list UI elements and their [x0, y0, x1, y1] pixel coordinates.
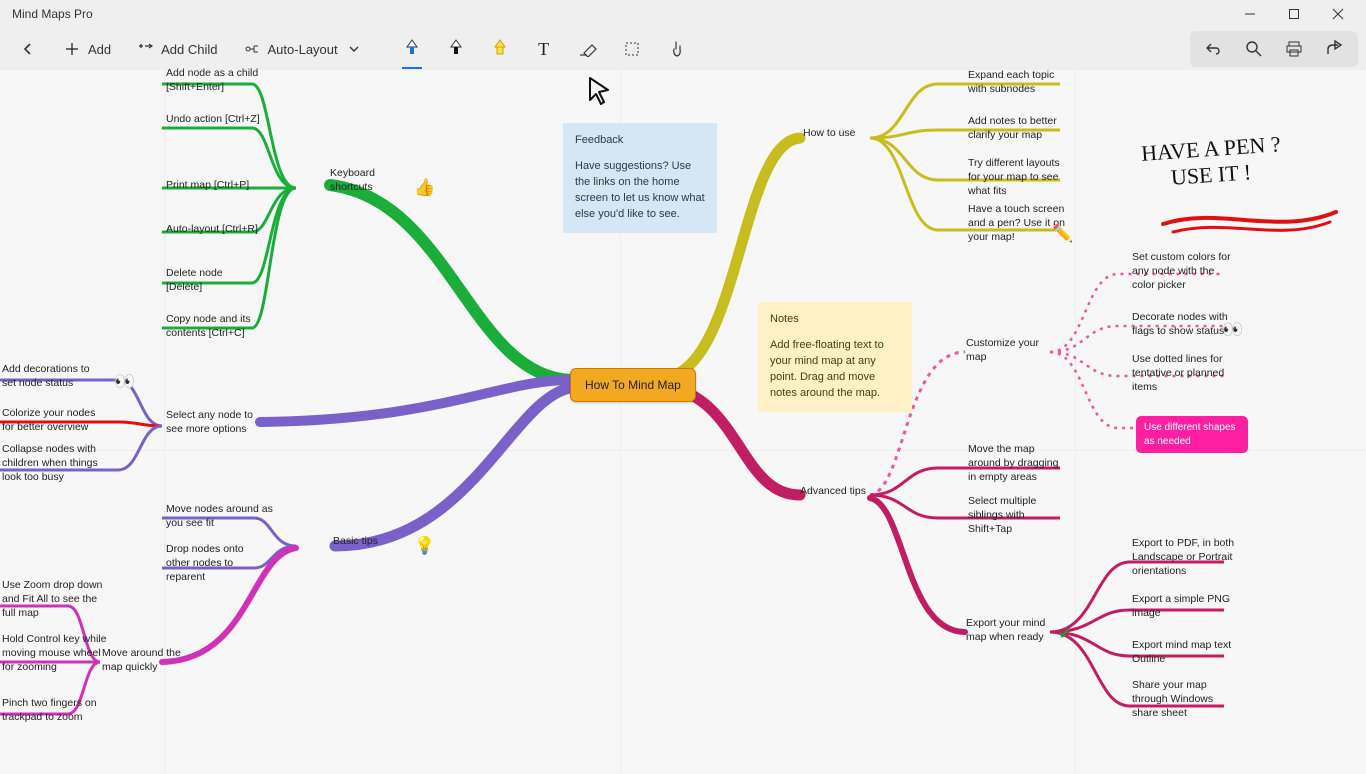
branch-customize[interactable]: Customize your map	[966, 336, 1056, 364]
undo-icon	[1204, 39, 1224, 59]
leaf-kb-0[interactable]: Add node as a child [Shift+Enter]	[166, 66, 261, 94]
chevron-left-icon	[18, 39, 38, 59]
pen-black-tool[interactable]	[442, 35, 470, 63]
leaf-kb-4[interactable]: Delete node [Delete]	[166, 266, 261, 294]
leaf-kb-5[interactable]: Copy node and its contents [Ctrl+C]	[166, 312, 276, 340]
share-icon	[1324, 39, 1344, 59]
leaf-adv-1[interactable]: Select multiple siblings with Shift+Tap	[968, 494, 1068, 537]
leaf-sm-1[interactable]: Colorize your nodes for better overview	[2, 406, 102, 434]
close-button[interactable]	[1316, 0, 1360, 28]
central-node[interactable]: How To Mind Map	[570, 368, 696, 402]
leaf-sm-0[interactable]: Add decorations to set node status	[2, 362, 102, 390]
toolbar-right	[1190, 31, 1358, 67]
print-button[interactable]	[1276, 31, 1312, 67]
leaf-basic-0[interactable]: Move nodes around as you see fit	[166, 502, 276, 530]
sticky-feedback-body: Have suggestions? Use the links on the h…	[575, 159, 705, 223]
sticky-notes-body: Add free-floating text to your mind map …	[770, 338, 900, 402]
toolbar: Add Add Child Auto-Layout T	[0, 28, 1366, 70]
leaf-kb-1[interactable]: Undo action [Ctrl+Z]	[166, 112, 261, 126]
leaf-sm-2[interactable]: Collapse nodes with children when things…	[2, 442, 112, 485]
highlighter-tool[interactable]	[486, 35, 514, 63]
minimize-button[interactable]	[1228, 0, 1272, 28]
leaf-mv-0[interactable]: Use Zoom drop down and Fit All to see th…	[2, 578, 112, 621]
cursor-ink	[584, 76, 612, 110]
pencil-icon: ✏️	[1052, 224, 1073, 244]
branch-export[interactable]: Export your mind map when ready	[966, 616, 1056, 644]
chevron-down-icon	[344, 39, 364, 59]
add-child-icon	[135, 39, 155, 59]
drawing-tools: T	[378, 35, 710, 63]
add-label: Add	[88, 42, 111, 57]
branch-basic[interactable]: Basic tips	[333, 534, 378, 548]
leaf-adv-0[interactable]: Move the map around by dragging in empty…	[968, 442, 1068, 485]
underline-ink	[1158, 202, 1348, 242]
sticky-notes[interactable]: Notes Add free-floating text to your min…	[758, 302, 912, 412]
leaf-kb-3[interactable]: Auto-layout [Ctrl+R]	[166, 222, 276, 236]
auto-layout-icon	[242, 39, 262, 59]
thumbs-up-icon: 👍	[414, 178, 435, 198]
back-button[interactable]	[8, 31, 48, 67]
print-icon	[1284, 39, 1304, 59]
mindmap-canvas[interactable]: How To Mind Map Feedback Have suggestion…	[0, 70, 1366, 774]
leaf-ex-0[interactable]: Export to PDF, in both Landscape or Port…	[1132, 536, 1242, 579]
text-tool[interactable]: T	[530, 35, 558, 63]
maximize-button[interactable]	[1272, 0, 1316, 28]
leaf-ex-3[interactable]: Share your map through Windows share she…	[1132, 678, 1242, 721]
branch-howuse[interactable]: How to use	[803, 126, 856, 140]
check-icon: ✔	[1058, 624, 1072, 644]
touch-tool[interactable]	[662, 35, 690, 63]
selection-tool[interactable]	[618, 35, 646, 63]
leaf-mv-2[interactable]: Pinch two fingers on trackpad to zoom	[2, 696, 112, 724]
leaf-cu-1[interactable]: Decorate nodes with flags to show status	[1132, 310, 1232, 338]
branch-move[interactable]: Move around the map quickly	[102, 646, 182, 674]
leaf-cu-0[interactable]: Set custom colors for any node with the …	[1132, 250, 1232, 293]
share-button[interactable]	[1316, 31, 1352, 67]
leaf-hu-1[interactable]: Add notes to better clarify your map	[968, 114, 1068, 142]
leaf-basic-1[interactable]: Drop nodes onto other nodes to reparent	[166, 542, 266, 585]
title-bar: Mind Maps Pro	[0, 0, 1366, 28]
add-child-button[interactable]: Add Child	[125, 31, 227, 67]
add-child-label: Add Child	[161, 42, 217, 57]
sticky-notes-title: Notes	[770, 312, 900, 328]
leaf-kb-2[interactable]: Print map [Ctrl+P]	[166, 178, 261, 192]
leaf-ex-1[interactable]: Export a simple PNG image	[1132, 592, 1242, 620]
search-icon	[1244, 39, 1264, 59]
sticky-feedback[interactable]: Feedback Have suggestions? Use the links…	[563, 123, 717, 233]
eyes-icon: 👀	[114, 372, 135, 392]
leaf-hu-0[interactable]: Expand each topic with subnodes	[968, 68, 1068, 96]
auto-layout-label: Auto-Layout	[268, 42, 338, 57]
app-title: Mind Maps Pro	[12, 7, 93, 21]
branch-keyboard[interactable]: Keyboard shortcuts	[330, 166, 410, 194]
plus-icon	[62, 39, 82, 59]
leaf-cu-2[interactable]: Use dotted lines for tentative or planne…	[1132, 352, 1232, 395]
add-button[interactable]: Add	[52, 31, 121, 67]
eyes-icon-2: 👀	[1222, 320, 1243, 340]
leaf-hu-2[interactable]: Try different layouts for your map to se…	[968, 156, 1068, 199]
pen-blue-tool[interactable]	[398, 35, 426, 63]
bulb-icon: 💡	[414, 536, 435, 556]
branch-see-more[interactable]: Select any node to see more options	[166, 408, 266, 436]
leaf-cu-3[interactable]: Use different shapes as needed	[1136, 416, 1248, 453]
eraser-tool[interactable]	[574, 35, 602, 63]
handwriting: HAVE A PEN ? USE IT !	[1140, 131, 1283, 193]
branch-advanced[interactable]: Advanced tips	[800, 484, 866, 498]
undo-button[interactable]	[1196, 31, 1232, 67]
sticky-feedback-title: Feedback	[575, 133, 705, 149]
leaf-ex-2[interactable]: Export mind map text Outline	[1132, 638, 1242, 666]
auto-layout-button[interactable]: Auto-Layout	[232, 31, 374, 67]
leaf-mv-1[interactable]: Hold Control key while moving mouse whee…	[2, 632, 112, 675]
search-button[interactable]	[1236, 31, 1272, 67]
